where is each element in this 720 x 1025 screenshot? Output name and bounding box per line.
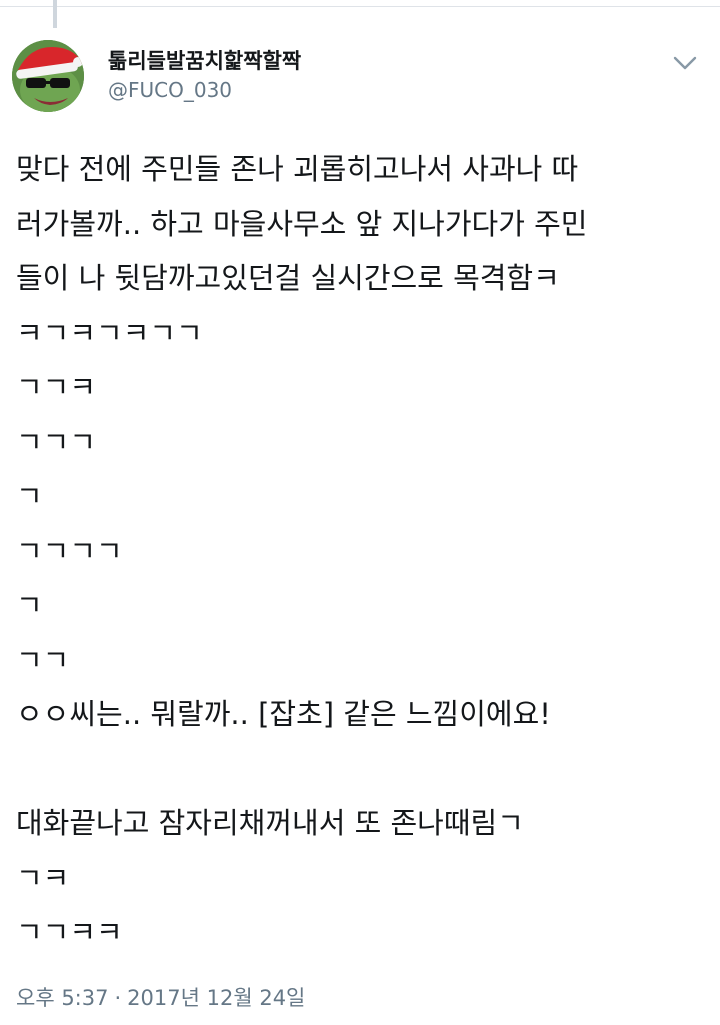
- tweet-text-line: ㄱㄱㅋㅋ: [16, 915, 123, 949]
- author-names[interactable]: 톪리들발꿈치핥짝할짝 @FUCO_030: [108, 48, 301, 104]
- author-display-name[interactable]: 톪리들발꿈치핥짝할짝: [108, 48, 301, 74]
- tweet-header: 톪리들발꿈치핥짝할짝 @FUCO_030: [12, 36, 712, 120]
- top-divider: [0, 0, 720, 7]
- author-handle[interactable]: @FUCO_030: [108, 76, 301, 104]
- tweet-text-line: ㄱㄱㅋ: [16, 370, 97, 404]
- tweet-text-line: ㅇㅇ씨는.. 뭐랄까.. [잡초] 같은 느낌이에요!: [16, 697, 551, 731]
- tweet-text-line: ㄱ: [16, 479, 43, 513]
- tweet-time[interactable]: 오후 5:37: [16, 986, 108, 1010]
- tweet-text-line: ㄱㄱ: [16, 642, 70, 677]
- tweet-timestamp[interactable]: 오후 5:37 · 2017년 12월 24일: [16, 983, 305, 1013]
- tweet-text-line: ㄱ: [16, 588, 43, 622]
- tweet-text-line: 대화끝나고 잠자리채꺼내서 또 존나때림ㄱ: [16, 806, 524, 840]
- thread-connector-line: [53, 0, 57, 28]
- tweet-text-line: ㄱㅋ: [16, 860, 70, 895]
- chevron-down-icon[interactable]: [670, 48, 700, 78]
- tweet-text-line: 맞다 전에 주민들 존나 괴롭히고나서 사과나 따: [16, 152, 579, 186]
- tweet-text-line: 들이 나 뒷담까고있던걸 실시간으로 목격함ㅋ: [16, 261, 560, 295]
- tweet-date[interactable]: 2017년 12월 24일: [127, 986, 305, 1010]
- tweet-text-line: ㄱㄱㄱㄱ: [16, 533, 123, 568]
- santa-frog-avatar-icon[interactable]: [12, 40, 84, 112]
- tweet-text-line: ㅋㄱㅋㄱㅋㄱㄱ: [16, 315, 203, 350]
- tweet-text-line: 러가볼까.. 하고 마을사무소 앞 지나가다가 주민: [16, 206, 588, 241]
- tweet-text: 맞다 전에 주민들 존나 괴롭히고나서 사과나 따 러가볼까.. 하고 마을사무…: [16, 142, 706, 960]
- tweet-text-line: ㄱㄱㄱ: [16, 424, 97, 459]
- tweet-detail-view: 톪리들발꿈치핥짝할짝 @FUCO_030 맞다 전에 주민들 존나 괴롭히고나서…: [0, 0, 720, 1025]
- timestamp-separator: ·: [114, 986, 122, 1010]
